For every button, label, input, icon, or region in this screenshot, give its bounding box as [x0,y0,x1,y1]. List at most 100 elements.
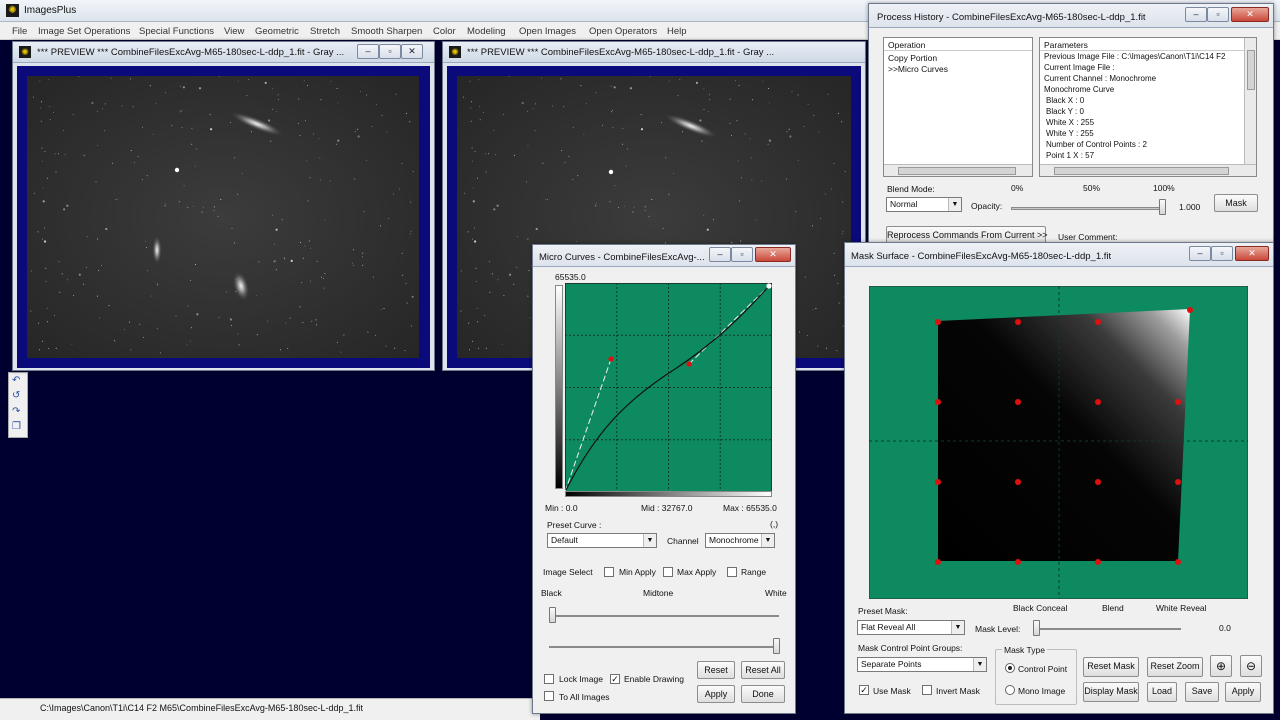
menu-open-images[interactable]: Open Images [519,26,576,37]
mask-control-point[interactable] [1187,307,1193,313]
curve-handle-point[interactable] [608,356,614,362]
mask-button[interactable]: Mask [1214,194,1258,212]
mask-control-point[interactable] [1095,479,1101,485]
zoom-out-button[interactable]: ⊖ [1240,655,1262,677]
blend-mode-select[interactable]: Normal ▼ [886,197,962,212]
mask-control-point[interactable] [1175,479,1181,485]
mask-control-point[interactable] [1015,399,1021,405]
reset-all-button[interactable]: Reset All [741,661,785,679]
preset-curve-select[interactable]: Default ▼ [547,533,657,548]
reset-zoom-button[interactable]: Reset Zoom [1147,657,1203,677]
star [38,322,40,324]
undo-icon[interactable]: ↶ [12,375,24,387]
micro-curves-window[interactable]: Micro Curves - CombineFilesExcAvg-... – … [532,244,796,714]
curve-graph[interactable] [565,283,772,492]
menu-image-set-operations[interactable]: Image Set Operations [38,26,130,37]
menu-special-functions[interactable]: Special Functions [139,26,214,37]
mask-control-point[interactable] [1175,559,1181,565]
curve-handle-point[interactable] [686,361,692,367]
menu-file[interactable]: File [12,26,27,37]
mask-control-point[interactable] [1095,559,1101,565]
parameters-list[interactable]: Parameters Previous Image File : C:\Imag… [1039,37,1257,177]
close-button[interactable]: ✕ [755,247,791,262]
close-button[interactable]: ✕ [1231,7,1269,22]
menu-modeling[interactable]: Modeling [467,26,506,37]
save-button[interactable]: Save [1185,682,1219,702]
mask-control-point[interactable] [935,399,941,405]
star [67,279,69,281]
max-apply-checkbox[interactable] [663,567,673,577]
operation-item[interactable]: Copy Portion [888,53,937,63]
zoom-in-button[interactable]: ⊕ [1210,655,1232,677]
vscrollbar[interactable] [1244,38,1256,164]
mask-control-point[interactable] [935,319,941,325]
mask-control-point[interactable] [1015,319,1021,325]
process-history-window[interactable]: Process History - CombineFilesExcAvg-M65… [868,3,1274,246]
close-button[interactable]: ✕ [1235,246,1269,261]
channel-select[interactable]: Monochrome ▼ [705,533,775,548]
reset-mask-button[interactable]: Reset Mask [1083,657,1139,677]
menu-color[interactable]: Color [433,26,456,37]
opacity-slider-thumb[interactable] [1159,199,1166,215]
display-mask-button[interactable]: Display Mask [1083,682,1139,702]
mask-control-point[interactable] [935,559,941,565]
reset-button[interactable]: Reset [697,661,735,679]
menu-open-operators[interactable]: Open Operators [589,26,657,37]
mono-image-radio[interactable] [1005,685,1015,695]
menu-view[interactable]: View [224,26,244,37]
operation-item[interactable]: >>Micro Curves [888,64,948,74]
preview-window-left[interactable]: ✺ *** PREVIEW *** CombineFilesExcAvg-M65… [12,41,435,371]
to-all-images-checkbox[interactable] [544,691,554,701]
menu-geometric[interactable]: Geometric [255,26,299,37]
control-point-radio[interactable] [1005,663,1015,673]
maximize-button[interactable]: ▫ [1211,246,1233,261]
invert-mask-checkbox[interactable] [922,685,932,695]
done-button[interactable]: Done [741,685,785,703]
mask-control-point[interactable] [1095,399,1101,405]
preview-left-image[interactable] [27,76,419,358]
mask-level-slider-thumb[interactable] [1033,620,1040,636]
mask-level-slider[interactable] [1037,628,1181,630]
param-line: White X : 255 [1046,118,1095,127]
apply-button[interactable]: Apply [697,685,735,703]
white-slider[interactable] [549,646,779,648]
white-slider-thumb[interactable] [773,638,780,654]
maximize-button[interactable]: ▫ [1207,7,1229,22]
opacity-slider[interactable] [1011,207,1163,210]
menu-smooth-sharpen[interactable]: Smooth Sharpen [351,26,422,37]
menu-stretch[interactable]: Stretch [310,26,340,37]
mask-control-point[interactable] [1095,319,1101,325]
mask-control-point[interactable] [1015,479,1021,485]
mask-control-point[interactable] [1015,559,1021,565]
preset-mask-select[interactable]: Flat Reveal All ▼ [857,620,965,635]
minimize-button[interactable]: – [1189,246,1211,261]
hscrollbar[interactable] [1040,164,1256,176]
use-mask-checkbox[interactable]: ✓ [859,685,869,695]
hscrollbar[interactable] [884,164,1032,176]
maximize-button[interactable]: ▫ [379,44,401,59]
lock-image-checkbox[interactable] [544,674,554,684]
curve-endpoint[interactable] [766,283,772,289]
min-apply-checkbox[interactable] [604,567,614,577]
mask-control-point[interactable] [1175,399,1181,405]
groups-select[interactable]: Separate Points ▼ [857,657,987,672]
black-slider-thumb[interactable] [549,607,556,623]
maximize-button[interactable]: ▫ [731,247,753,262]
load-button[interactable]: Load [1147,682,1177,702]
close-button[interactable]: ✕ [401,44,423,59]
copy-icon[interactable]: ❐ [12,421,24,433]
apply-button[interactable]: Apply [1225,682,1261,702]
enable-drawing-checkbox[interactable]: ✓ [610,674,620,684]
mask-control-point[interactable] [935,479,941,485]
rotate-left-icon[interactable]: ↺ [12,390,24,402]
operation-list[interactable]: Operation Copy Portion >>Micro Curves [883,37,1033,177]
black-slider[interactable] [549,615,779,617]
mask-surface-canvas[interactable] [869,286,1248,599]
minimize-button[interactable]: – [1185,7,1207,22]
range-checkbox[interactable] [727,567,737,577]
minimize-button[interactable]: – [709,247,731,262]
mask-surface-window[interactable]: Mask Surface - CombineFilesExcAvg-M65-18… [844,242,1274,714]
menu-help[interactable]: Help [667,26,687,37]
minimize-button[interactable]: – [357,44,379,59]
redo-icon[interactable]: ↷ [12,406,24,418]
